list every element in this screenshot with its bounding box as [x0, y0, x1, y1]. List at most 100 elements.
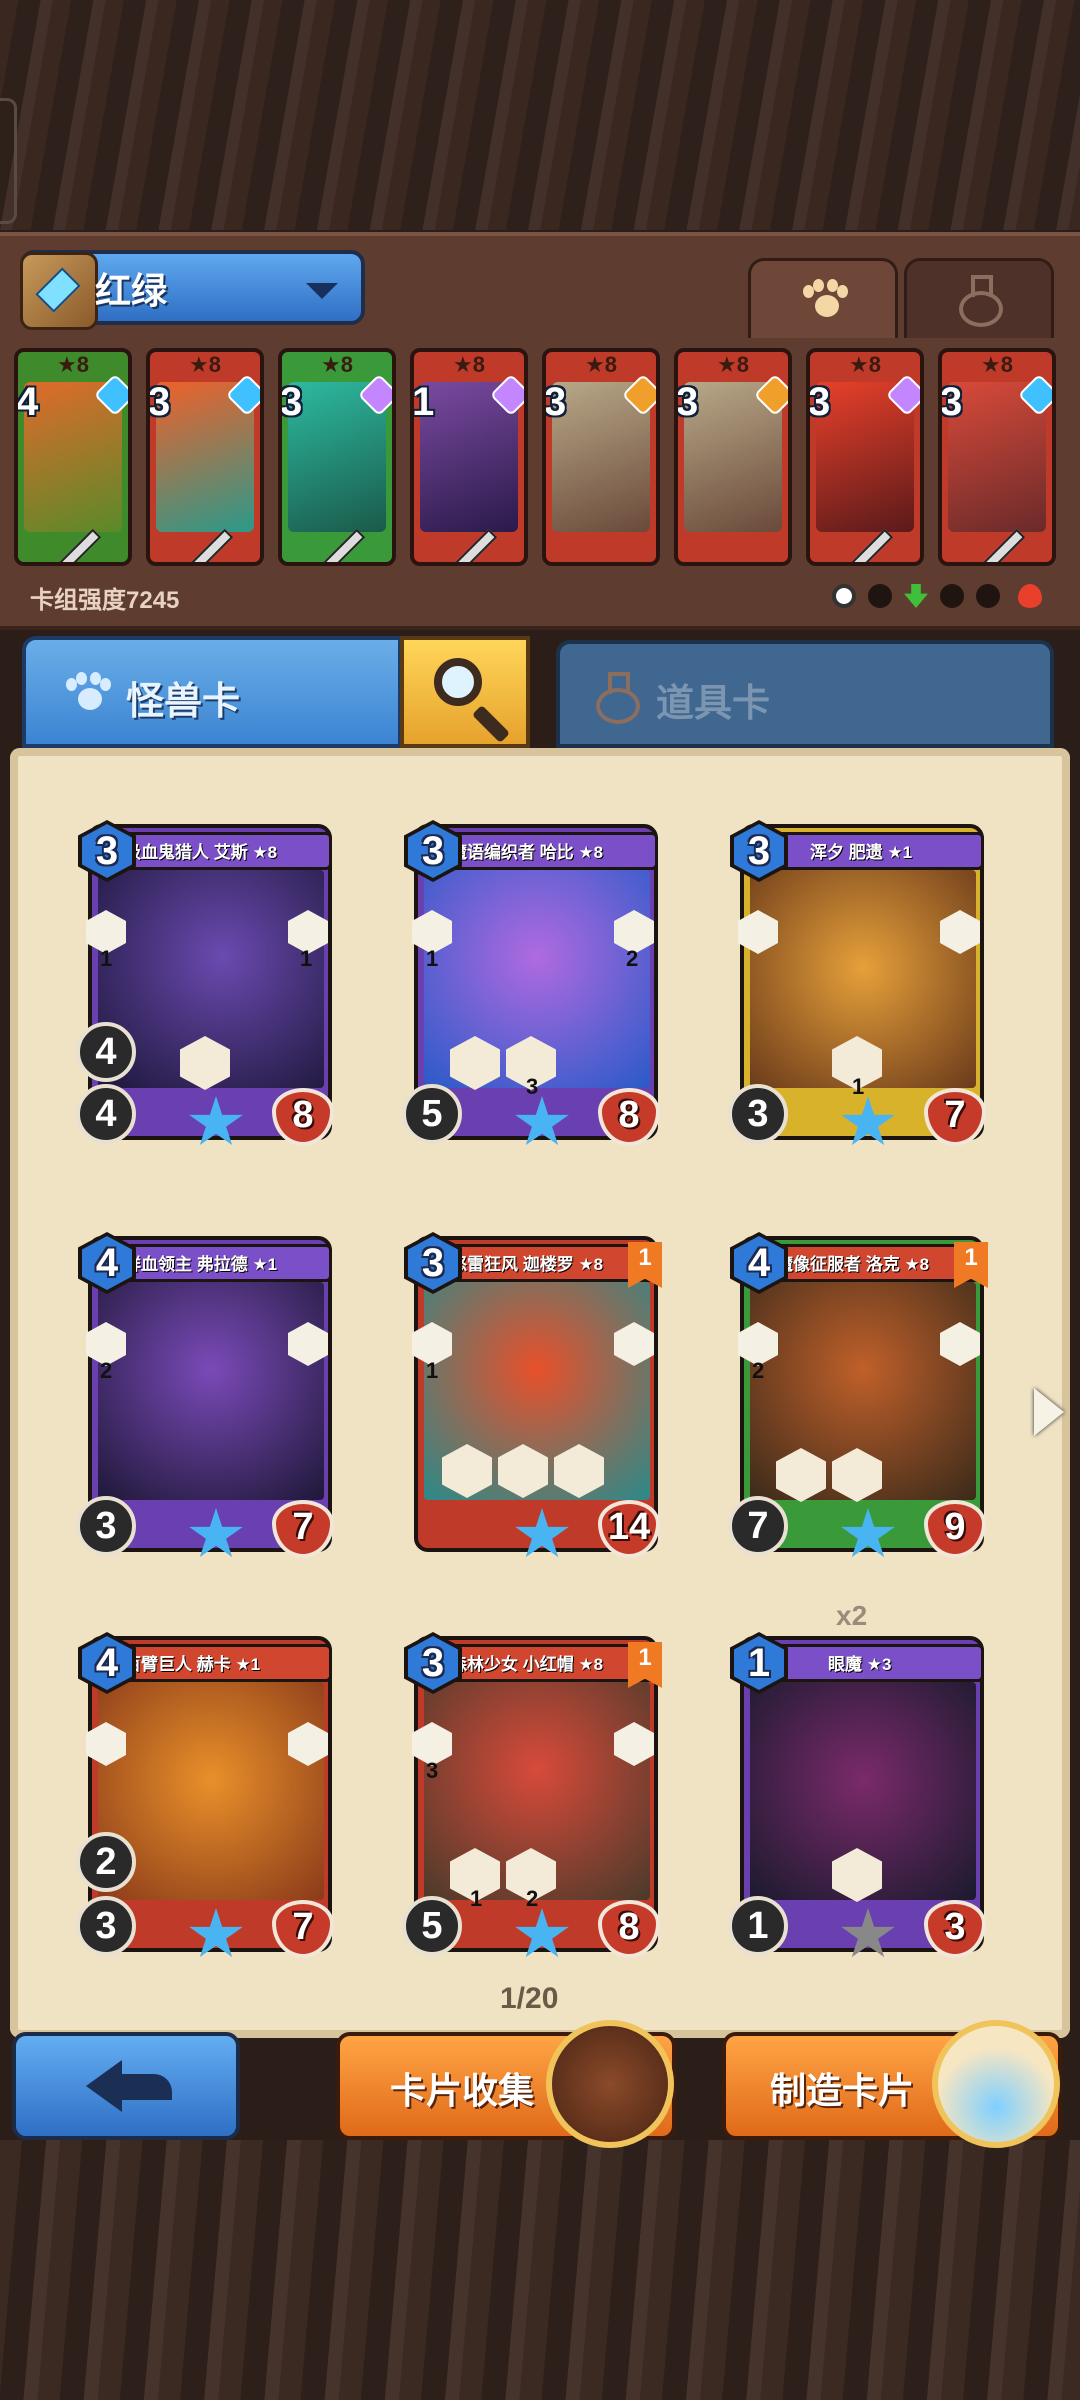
deck-card[interactable]: ★8 3	[146, 348, 264, 566]
deck-power: 卡组强度7245	[30, 587, 180, 614]
card-name: 百臂巨人 赫卡 ★1	[124, 1655, 261, 1674]
element-beast-icon	[940, 584, 964, 608]
card-cost: 3	[808, 380, 831, 424]
card-count-label: x2	[836, 1600, 868, 1631]
card-cost: 3	[280, 380, 303, 424]
card-name: 浑夕 肥遗 ★1	[810, 843, 913, 862]
element-fire-icon	[1018, 584, 1042, 608]
paw-icon	[66, 672, 112, 712]
left-skill-value: 1	[426, 1358, 439, 1383]
card-cost: 3	[940, 380, 963, 424]
sword-icon	[58, 528, 102, 562]
hp-heart: 7	[272, 1500, 334, 1558]
speed-value: 5	[402, 1896, 462, 1956]
card-book-icon[interactable]	[546, 2020, 674, 2148]
deck-book-icon	[20, 252, 98, 330]
deck-card[interactable]: ★8 3	[938, 348, 1056, 566]
paw-icon	[803, 279, 849, 319]
button-label: 卡片收集	[390, 2070, 535, 2111]
speed-value: 7	[728, 1496, 788, 1556]
element-undead-icon	[976, 584, 1000, 608]
card-cost: 4	[16, 380, 39, 424]
element-dark-icon	[868, 584, 892, 608]
hp-heart: 8	[598, 1088, 660, 1146]
tab-monster-cards[interactable]: 怪兽卡	[22, 636, 402, 748]
tab-label: 道具卡	[656, 683, 771, 725]
wood-background-bottom	[0, 2140, 1080, 2400]
search-icon	[434, 658, 482, 706]
attack-value: 4	[76, 1022, 136, 1082]
monster-card[interactable]: 怒雷狂风 迦楼罗 ★8 1 3 1 14	[398, 1232, 662, 1572]
deck-card[interactable]: ★8 3	[806, 348, 924, 566]
tab-monster-deck[interactable]	[748, 258, 898, 338]
deck-name: 红绿	[95, 270, 168, 311]
hp-heart: 7	[272, 1900, 334, 1958]
sword-icon	[982, 528, 1026, 562]
left-skill-value: 2	[100, 1358, 113, 1383]
monster-card[interactable]: 魔像征服者 洛克 ★8 1 4 2 7 9	[724, 1232, 988, 1572]
monster-card[interactable]: 魔语编织者 哈比 ★8 3 1 2 3 5 8	[398, 820, 660, 1160]
monster-card[interactable]: 百臂巨人 赫卡 ★1 4 2 3 7	[72, 1632, 334, 1972]
tab-label: 怪兽卡	[126, 681, 241, 723]
speed-value: 3	[76, 1896, 136, 1956]
card-name: 魔像征服者 洛克 ★8	[776, 1255, 930, 1274]
hp-heart: 14	[598, 1500, 660, 1558]
card-name: 眼魔 ★3	[828, 1655, 892, 1674]
hp-heart: 9	[924, 1500, 986, 1558]
sword-icon	[454, 528, 498, 562]
hp-heart: 8	[598, 1900, 660, 1958]
monster-card[interactable]: 浑夕 肥遗 ★1 3 1 3 7	[724, 820, 986, 1160]
page-indicator: 1/20	[500, 1982, 559, 2015]
ability-value: 2	[526, 1886, 539, 1911]
back-button[interactable]	[12, 2032, 240, 2140]
left-skill-value: 2	[752, 1358, 765, 1383]
left-skill-value: 1	[100, 946, 113, 971]
attack-value: 2	[76, 1832, 136, 1892]
sword-icon	[190, 528, 234, 562]
sword-icon	[322, 528, 366, 562]
deck-card[interactable]: ★8 3	[278, 348, 396, 566]
search-button[interactable]	[400, 636, 530, 748]
deck-card[interactable]: ★8 3	[542, 348, 660, 566]
card-cost: 1	[412, 380, 435, 424]
speed-value: 3	[728, 1084, 788, 1144]
next-page-arrow-icon[interactable]	[1034, 1388, 1064, 1436]
sword-icon	[850, 528, 894, 562]
left-skill-value: 1	[426, 946, 439, 971]
deck-card[interactable]: ★8 1	[410, 348, 528, 566]
monster-card[interactable]: 眼魔 ★3 1 1 3	[724, 1632, 986, 1972]
right-skill-value: 2	[626, 946, 639, 971]
card-cost: 3	[148, 380, 171, 424]
card-name: 吸血鬼猎人 艾斯 ★8	[124, 843, 278, 862]
deck-card[interactable]: ★8 3	[674, 348, 792, 566]
hp-heart: 8	[272, 1088, 334, 1146]
card-name: 魔语编织者 哈比 ★8	[450, 843, 604, 862]
speed-value: 1	[728, 1896, 788, 1956]
search-icon-handle	[471, 704, 511, 744]
card-name: 森林少女 小红帽 ★8	[450, 1655, 604, 1674]
monster-card[interactable]: 吸血鬼猎人 艾斯 ★8 3 1 1 4 4 8	[72, 820, 334, 1160]
side-edge-handle	[0, 98, 17, 224]
flask-icon	[959, 275, 1003, 327]
hp-heart: 3	[924, 1900, 986, 1958]
speed-value: 3	[76, 1496, 136, 1556]
right-skill-value: 1	[300, 946, 313, 971]
potion-jar-icon[interactable]	[932, 2020, 1060, 2148]
card-cost: 3	[544, 380, 567, 424]
left-skill-value: 3	[426, 1758, 439, 1783]
flask-icon	[596, 672, 640, 724]
ability-value: 1	[852, 1074, 865, 1099]
tab-item-deck[interactable]	[904, 258, 1054, 338]
monster-card[interactable]: 鲜血领主 弗拉德 ★1 4 2 3 7	[72, 1232, 334, 1572]
ability-value: 1	[470, 1886, 483, 1911]
button-label: 制造卡片	[770, 2070, 915, 2111]
monster-card[interactable]: 森林少女 小红帽 ★8 1 3 3 1 2 5 8	[398, 1632, 662, 1972]
tab-item-cards[interactable]: 道具卡	[556, 640, 1054, 748]
element-neutral-icon	[832, 584, 856, 608]
back-arrow-icon	[86, 2060, 172, 2112]
speed-value: 5	[402, 1084, 462, 1144]
deck-card[interactable]: ★8 4	[14, 348, 132, 566]
deck-card-strip: ★8 4 ★8 3 ★8 3 ★8 1 ★8 3 ★8 3 ★8 3 ★8 3	[0, 340, 1080, 572]
wood-background-top	[0, 0, 1080, 230]
dropdown-arrow-icon[interactable]	[306, 283, 338, 299]
